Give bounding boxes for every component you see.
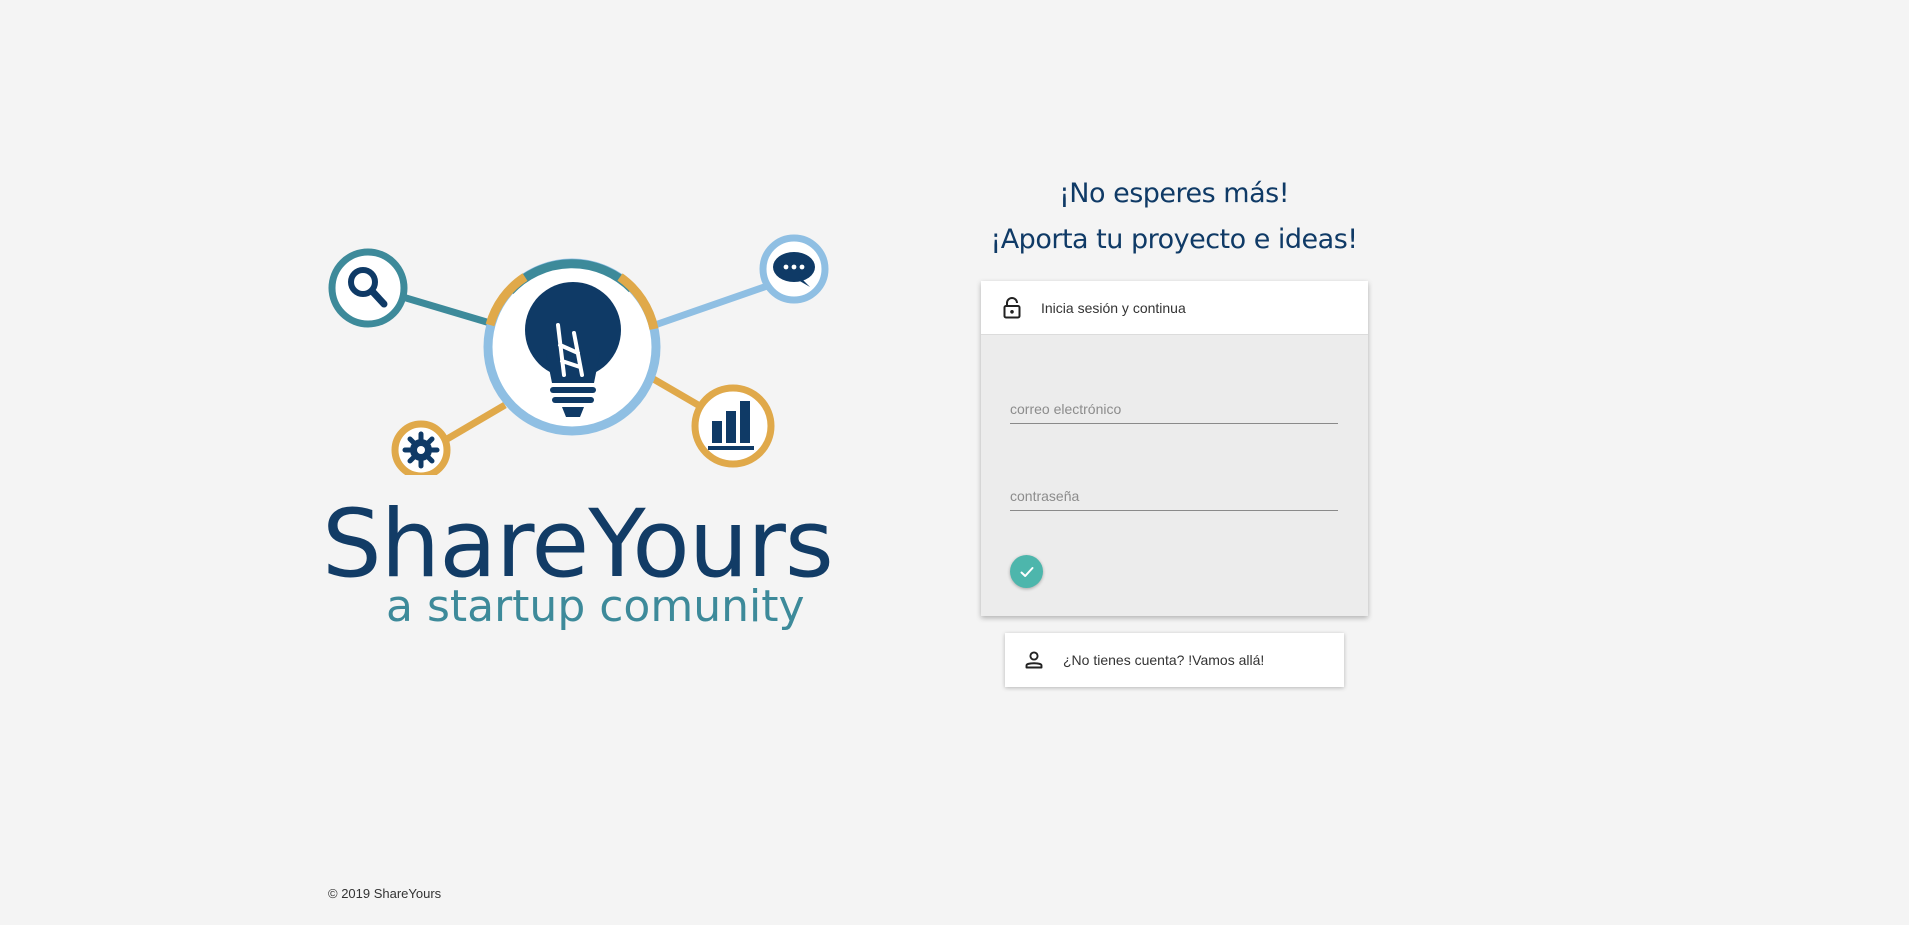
signup-link[interactable]: ¿No tienes cuenta? !Vamos allá!	[1005, 633, 1344, 687]
login-card-header: Inicia sesión y continua	[981, 281, 1368, 335]
signup-link-text: ¿No tienes cuenta? !Vamos allá!	[1063, 652, 1265, 668]
chat-icon	[759, 234, 829, 304]
person-icon	[1023, 649, 1045, 671]
lock-icon	[1001, 296, 1023, 320]
headline-line-1: ¡No esperes más!	[1058, 178, 1290, 209]
login-card-title: Inicia sesión y continua	[1041, 299, 1186, 316]
email-field[interactable]	[1010, 393, 1338, 424]
login-page: ShareYours a startup comunity ¡No espere…	[0, 0, 1909, 925]
brand-tagline: a startup comunity	[386, 581, 805, 632]
brand-name: ShareYours	[322, 490, 834, 599]
password-input[interactable]	[1010, 488, 1338, 504]
gear-icon	[391, 420, 451, 475]
headline-line-2: ¡Aporta tu proyecto e ideas!	[990, 224, 1358, 255]
email-input[interactable]	[1010, 401, 1338, 417]
login-submit-button[interactable]	[1010, 555, 1043, 588]
bar-chart-icon	[691, 384, 775, 468]
brand-logo	[328, 234, 829, 475]
password-field[interactable]	[1010, 480, 1338, 511]
check-icon	[1020, 566, 1033, 577]
search-icon	[328, 248, 408, 328]
footer-copyright: © 2019 ShareYours	[328, 886, 442, 901]
login-card: Inicia sesión y continua	[981, 281, 1368, 616]
